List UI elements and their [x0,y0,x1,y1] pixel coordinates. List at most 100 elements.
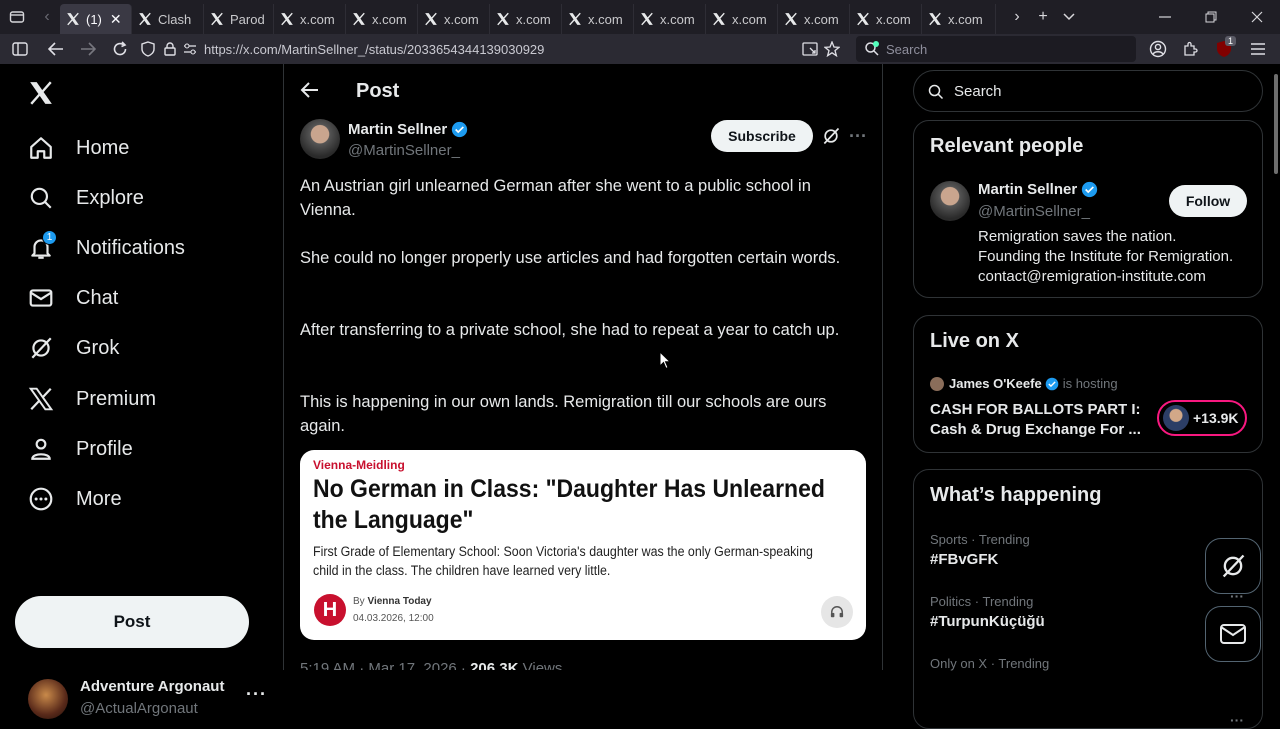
headphones-icon[interactable] [821,596,853,628]
home-icon [30,137,52,159]
account-icon[interactable] [1142,34,1174,64]
sidebar-item-notifications[interactable]: 1 Notifications [28,228,185,268]
sidebar-toggle-icon[interactable] [0,34,40,64]
trend-more-icon[interactable]: ··· [1230,712,1244,728]
tab-list-icon[interactable] [1056,4,1082,30]
account-name: Adventure Argonaut [80,678,225,695]
main-column: Post Martin Sellner @MartinSellner_ Subs… [283,64,883,670]
sidebar-item-chat[interactable]: Chat [28,278,118,318]
sidebar-item-more[interactable]: More [28,479,122,519]
tab-overview-icon[interactable] [0,4,34,30]
back-arrow-icon[interactable] [300,80,320,100]
restore-window-icon[interactable] [1188,4,1234,30]
sidebar-item-label: More [76,487,122,510]
close-window-icon[interactable] [1234,4,1280,30]
live-listeners-pill[interactable]: +13.9K [1157,400,1247,436]
tab-title: Parod [230,11,265,27]
mouse-cursor-icon [659,351,671,370]
browser-tab[interactable]: x.com [490,4,562,34]
subscribe-button[interactable]: Subscribe [711,120,813,152]
menu-hamburger-icon[interactable] [1242,34,1274,64]
address-bar[interactable]: https://x.com/MartinSellner_/status/2033… [204,42,794,57]
notification-badge: 1 [42,230,57,245]
relevant-name[interactable]: Martin Sellner [978,181,1077,198]
relevant-bio-line: contact@remigration-institute.com [978,268,1206,285]
article-by-label: By [353,596,365,607]
article-card[interactable]: Vienna-Meidling No German in Class: "Dau… [300,450,866,640]
tweet-paragraph: She could no longer properly use article… [300,249,841,267]
forward-icon[interactable] [72,34,104,64]
author-name[interactable]: Martin Sellner [348,121,447,138]
browser-tab[interactable]: x.com [562,4,634,34]
trend-tag[interactable]: #TurpunKüçüğü [930,613,1045,630]
browser-tab[interactable]: x.com [346,4,418,34]
page-scrollbar[interactable] [1272,64,1280,720]
browser-search-field[interactable]: Search [856,36,1136,62]
permissions-icon[interactable] [180,34,200,64]
tweet-paragraph: An Austrian girl unlearned German after … [300,177,811,219]
tracking-shield-icon[interactable] [136,34,160,64]
host-avatar [930,377,944,391]
trend-tag[interactable]: #FBvGFK [930,551,998,568]
browser-tab[interactable]: x.com [418,4,490,34]
account-switcher[interactable]: Adventure Argonaut @ActualArgonaut ··· [28,678,278,722]
browser-tab[interactable]: x.com [922,4,996,34]
tab-scroll-left-icon[interactable]: ‹ [34,4,60,30]
follow-button[interactable]: Follow [1169,185,1247,217]
sidebar-item-home[interactable]: Home [28,128,129,168]
sidebar-item-grok[interactable]: Grok [28,328,119,368]
sidebar-item-profile[interactable]: Profile [28,429,133,469]
sidebar-item-premium[interactable]: Premium [28,379,156,419]
tab-scroll-right-icon[interactable]: › [1004,4,1030,30]
grok-float-button[interactable] [1205,538,1261,594]
relevant-avatar[interactable] [930,181,970,221]
lock-icon[interactable] [160,34,180,64]
bookmark-star-icon[interactable] [816,34,848,64]
trend-meta: Sports · Trending [930,532,1030,547]
sidebar-item-label: Profile [76,437,133,460]
relevant-handle[interactable]: @MartinSellner_ [978,203,1090,220]
messages-float-button[interactable] [1205,606,1261,662]
search-field[interactable]: Search [913,70,1263,112]
page-title: Post [356,80,400,102]
minimize-window-icon[interactable] [1142,4,1188,30]
browser-tab[interactable]: x.com [850,4,922,34]
reload-icon[interactable] [104,34,136,64]
post-more-icon[interactable]: ··· [849,126,867,147]
browser-tab[interactable]: Clash [132,4,204,34]
x-logo-icon[interactable] [28,80,54,106]
author-handle[interactable]: @MartinSellner_ [348,142,460,159]
live-headline-line[interactable]: Cash & Drug Exchange For ... [930,421,1141,438]
browser-tab[interactable]: x.com [706,4,778,34]
grok-icon[interactable] [821,126,841,146]
live-headline-line[interactable]: CASH FOR BALLOTS PART I: [930,401,1141,418]
x-logo-icon [139,12,151,26]
post-timestamp[interactable]: 5:19 AM · Mar 17, 2026 · [300,660,470,670]
sidebar-item-explore[interactable]: Explore [28,178,144,218]
tab-title: Clash [158,11,192,27]
mail-icon [29,289,53,307]
post-button[interactable]: Post [15,596,249,648]
close-tab-icon[interactable]: ✕ [110,11,122,28]
article-source-logo: H [314,594,346,626]
browser-tab-active[interactable]: (1) ✕ [60,4,132,34]
x-logo-icon [211,12,223,26]
host-name[interactable]: James O'Keefe [949,376,1042,391]
author-avatar[interactable] [300,119,340,159]
browser-tab[interactable]: x.com [274,4,346,34]
extensions-icon[interactable] [1174,34,1206,64]
new-tab-icon[interactable]: + [1030,4,1056,30]
search-icon [928,84,944,100]
browser-tab[interactable]: x.com [634,4,706,34]
account-more-icon[interactable]: ··· [246,684,267,705]
x-logo-icon [497,12,509,26]
tab-title: x.com [948,11,983,27]
back-icon[interactable] [40,34,72,64]
x-logo-icon [353,12,365,26]
person-icon [31,438,51,460]
left-sidebar: Home Explore 1 Notifications Chat Grok Premium… [0,64,283,720]
x-logo-icon [713,12,725,26]
ublock-extension-icon[interactable]: 1 [1208,34,1240,64]
browser-tab[interactable]: x.com [778,4,850,34]
browser-tab[interactable]: Parod [204,4,274,34]
